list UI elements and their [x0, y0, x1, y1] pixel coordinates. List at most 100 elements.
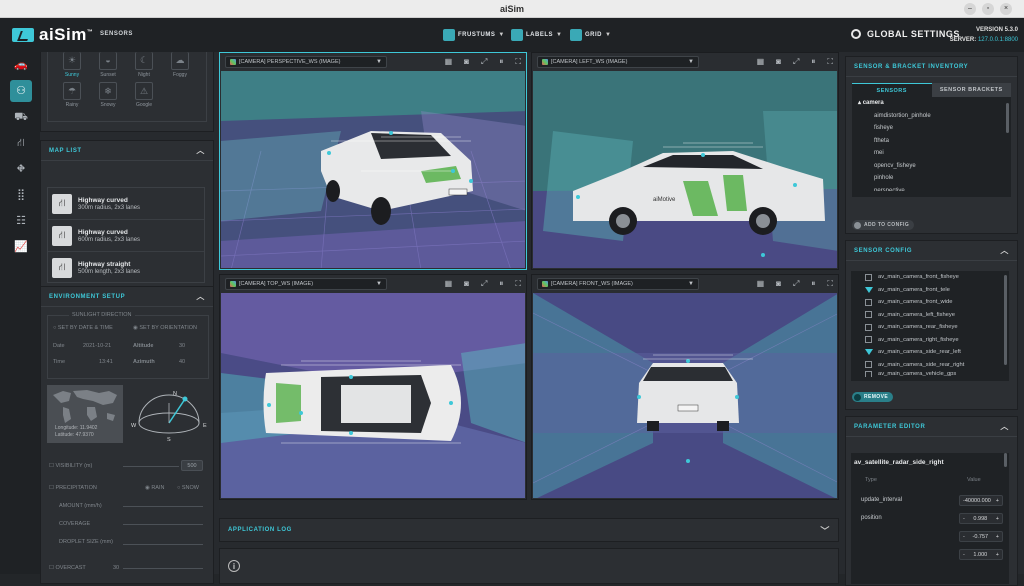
fit-icon[interactable]: ⤢ — [793, 279, 799, 289]
expanded-icon[interactable] — [865, 286, 873, 293]
viewport-perspective[interactable]: [CAMERA] PERSPECTIVE_WS (IMAGE) ▼ ▦ ◙ ⤢ ⏸ ⛶ — [219, 52, 527, 270]
application-log-header[interactable]: APPLICATION LOG ﹀ — [219, 518, 839, 542]
scrollbar[interactable] — [1004, 275, 1007, 365]
car-icon[interactable]: 🚗 — [12, 58, 30, 72]
fit-icon[interactable]: ⤢ — [481, 57, 487, 67]
tree-root[interactable]: ▴ camera — [852, 97, 1011, 110]
scenario-icon[interactable]: ☷ — [12, 214, 30, 228]
by-date-radio[interactable]: ○ SET BY DATE & TIME — [53, 325, 113, 331]
checkbox[interactable] — [865, 273, 872, 281]
fullscreen-icon[interactable]: ⛶ — [827, 279, 833, 289]
tree-item[interactable]: fisheye — [852, 122, 1011, 135]
checkbox[interactable] — [865, 371, 872, 377]
config-item[interactable]: av_main_camera_side_rear_left — [851, 346, 1009, 359]
tree-item[interactable]: aimdistortion_pinhole — [852, 110, 1011, 123]
azimuth-field[interactable]: 40 — [179, 359, 185, 365]
road-icon[interactable]: ⛙ — [12, 136, 30, 150]
checkbox[interactable] — [865, 323, 872, 331]
pause-icon[interactable]: ⏸ — [811, 57, 815, 67]
map-item[interactable]: ⛙ Highway straight 500m length, 2x3 lanes — [48, 252, 204, 284]
minimize-icon[interactable]: – — [964, 3, 976, 15]
environment-header[interactable]: ENVIRONMENT SETUP ︿ — [41, 287, 213, 307]
weather-night[interactable]: ☾ Night — [132, 52, 156, 78]
position-x-field[interactable]: -0.998 + — [959, 513, 1003, 524]
tree-item[interactable]: opencv_fisheye — [852, 160, 1011, 173]
labels-toggle[interactable]: LABELS ▼ — [511, 28, 562, 41]
world-map[interactable]: Longitude: 11.9402 Latitude: 47.9370 — [47, 385, 123, 443]
snow-radio[interactable]: ○ SNOW — [177, 485, 199, 491]
tab-sensor-brackets[interactable]: SENSOR BRACKETS — [931, 83, 1011, 97]
coverage-slider[interactable] — [123, 524, 203, 525]
close-icon[interactable]: × — [1000, 3, 1012, 15]
camera-icon[interactable]: ◙ — [464, 57, 469, 67]
config-item[interactable]: av_main_camera_left_fisheye — [851, 309, 1009, 322]
tree-item[interactable]: pinhole — [852, 172, 1011, 185]
fullscreen-icon[interactable]: ⛶ — [515, 57, 521, 67]
position-z-field[interactable]: -1.000 + — [959, 549, 1003, 560]
frame-icon[interactable]: ▦ — [445, 57, 453, 67]
fullscreen-icon[interactable]: ⛶ — [515, 279, 521, 289]
weather-sunny[interactable]: ☀ Sunny — [60, 52, 84, 78]
viewport-source-select[interactable]: [CAMERA] TOP_WS (IMAGE) ▼ — [225, 278, 387, 290]
chart-icon[interactable]: 📈 — [12, 240, 30, 254]
frame-icon[interactable]: ▦ — [757, 279, 765, 289]
fit-icon[interactable]: ⤢ — [793, 57, 799, 67]
viewport-left[interactable]: [CAMERA] LEFT_WS (IMAGE) ▼ ▦ ◙ ⤢ ⏸ ⛶ aiMotive — [531, 52, 839, 270]
viewport-source-select[interactable]: [CAMERA] PERSPECTIVE_WS (IMAGE) ▼ — [225, 56, 387, 68]
info-icon[interactable]: i — [228, 560, 240, 572]
maximize-icon[interactable]: ▫ — [982, 3, 994, 15]
altitude-field[interactable]: 30 — [179, 343, 185, 349]
checkbox[interactable] — [865, 336, 872, 344]
inventory-header[interactable]: SENSOR & BRACKET INVENTORY — [846, 57, 1017, 77]
camera-icon[interactable]: ◙ — [776, 279, 781, 289]
pause-icon[interactable]: ⏸ — [499, 279, 503, 289]
frustums-toggle[interactable]: FRUSTUMS ▼ — [443, 28, 505, 41]
time-field[interactable]: 13:41 — [99, 359, 113, 365]
global-settings-button[interactable]: GLOBAL SETTINGS — [851, 29, 960, 39]
camera-icon[interactable]: ◙ — [464, 279, 469, 289]
config-item[interactable]: av_main_camera_rear_fisheye — [851, 321, 1009, 334]
overcast-checkbox[interactable]: ☐ OVERCAST — [49, 565, 86, 571]
map-item[interactable]: ⛙ Highway curved 600m radius, 2x3 lanes — [48, 220, 204, 252]
weather-foggy[interactable]: ☁ Foggy — [168, 52, 192, 78]
apps-icon[interactable]: ⣿ — [12, 188, 30, 202]
config-item[interactable]: av_main_camera_side_rear_right — [851, 359, 1009, 372]
viewport-source-select[interactable]: [CAMERA] FRONT_WS (IMAGE) ▼ — [537, 278, 699, 290]
sensor-car-icon[interactable]: ⚇ — [10, 80, 32, 102]
scrollbar[interactable] — [1004, 453, 1007, 467]
add-to-config-button[interactable]: ADD TO CONFIG — [852, 220, 915, 230]
precipitation-checkbox[interactable]: ☐ PRECIPITATION — [49, 485, 97, 491]
pause-icon[interactable]: ⏸ — [499, 57, 503, 67]
tree-item[interactable]: ftheta — [852, 135, 1011, 148]
weather-sunset[interactable]: ◒ Sunset — [96, 52, 120, 78]
frame-icon[interactable]: ▦ — [445, 279, 453, 289]
frame-icon[interactable]: ▦ — [757, 57, 765, 67]
tree-item[interactable]: mei — [852, 147, 1011, 160]
checkbox[interactable] — [865, 298, 872, 306]
tab-sensors[interactable]: SENSORS — [852, 83, 932, 97]
map-list-header[interactable]: MAP LIST ︿ — [41, 141, 213, 161]
remove-button[interactable]: REMOVE — [852, 392, 894, 402]
position-y-field[interactable]: - -0.757 + — [959, 531, 1003, 542]
weather-snowy[interactable]: ❄ Snowy — [96, 82, 120, 108]
droplet-slider[interactable] — [123, 544, 203, 545]
viewport-front[interactable]: [CAMERA] FRONT_WS (IMAGE) ▼ ▦ ◙ ⤢ ⏸ ⛶ — [531, 274, 839, 500]
camera-icon[interactable]: ◙ — [776, 57, 781, 67]
update-interval-field[interactable]: -40000.000 + — [959, 495, 1003, 506]
tree-item[interactable]: perspective — [852, 185, 1011, 191]
pause-icon[interactable]: ⏸ — [811, 279, 815, 289]
by-orientation-radio[interactable]: ◉ SET BY ORIENTATION — [133, 325, 197, 331]
checkbox[interactable] — [865, 311, 872, 319]
traffic-icon[interactable]: ⛟ — [12, 110, 30, 124]
checkbox[interactable] — [865, 361, 872, 369]
visibility-slider[interactable] — [123, 466, 179, 467]
visibility-checkbox[interactable]: ☐ VISIBILITY (m) — [49, 463, 92, 469]
viewport-source-select[interactable]: [CAMERA] LEFT_WS (IMAGE) ▼ — [537, 56, 699, 68]
rain-radio[interactable]: ◉ RAIN — [145, 485, 164, 491]
road-ds-icon[interactable]: ⛖ — [12, 162, 30, 176]
weather-google[interactable]: ⚠ Google — [132, 82, 156, 108]
sensor-config-header[interactable]: SENSOR CONFIG ︿ — [846, 241, 1017, 261]
fullscreen-icon[interactable]: ⛶ — [827, 57, 833, 67]
date-field[interactable]: 2021-10-21 — [83, 343, 111, 349]
config-item[interactable]: av_main_camera_front_tele — [851, 284, 1009, 297]
